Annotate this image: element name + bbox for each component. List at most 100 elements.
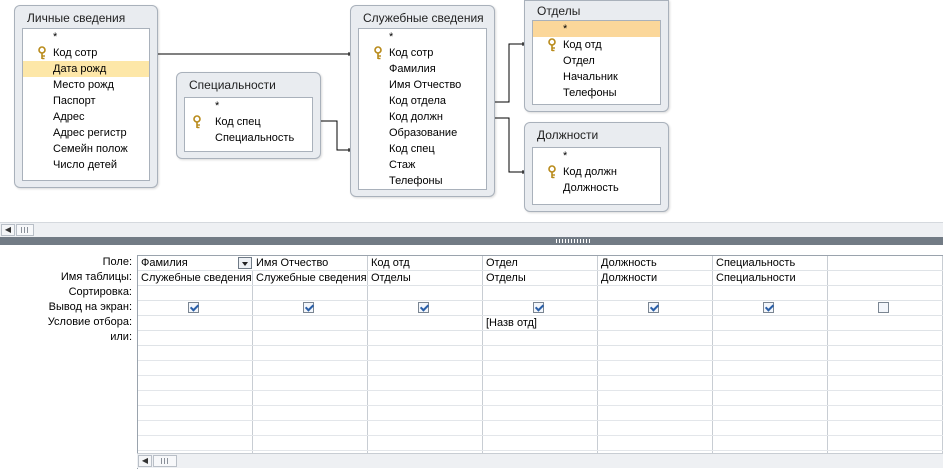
field-item[interactable]: Специальность	[185, 130, 312, 146]
scroll-thumb[interactable]	[153, 455, 177, 467]
or-cell[interactable]	[253, 331, 368, 346]
table-departments[interactable]: Отделы * Код отд Отдел Начальник Телефон…	[524, 0, 669, 112]
field-item[interactable]: Код отдела	[359, 93, 486, 109]
show-cell[interactable]	[253, 301, 368, 316]
table-personal[interactable]: Личные сведения * Код сотр Дата рожд Мес…	[14, 5, 158, 188]
field-item[interactable]: Отдел	[533, 53, 660, 69]
field-cell[interactable]: Должность	[598, 256, 713, 271]
show-checkbox[interactable]	[188, 302, 199, 313]
field-cell[interactable]	[828, 256, 943, 271]
show-checkbox[interactable]	[418, 302, 429, 313]
criteria-cell[interactable]	[598, 316, 713, 331]
table-positions[interactable]: Должности * Код должн Должность	[524, 122, 669, 212]
field-item[interactable]: *	[23, 29, 149, 45]
field-item[interactable]: Стаж	[359, 157, 486, 173]
sort-cell[interactable]	[828, 286, 943, 301]
field-item[interactable]: Начальник	[533, 69, 660, 85]
show-checkbox[interactable]	[763, 302, 774, 313]
or-cell[interactable]	[368, 331, 483, 346]
show-cell[interactable]	[598, 301, 713, 316]
field-item[interactable]: Код спец	[185, 114, 312, 130]
criteria-cell[interactable]	[138, 316, 253, 331]
show-cell[interactable]	[138, 301, 253, 316]
scroll-thumb[interactable]	[16, 224, 34, 236]
field-item[interactable]: Код отд	[533, 37, 660, 53]
field-item[interactable]: Должность	[533, 180, 660, 196]
field-item[interactable]: Место рожд	[23, 77, 149, 93]
criteria-cell[interactable]	[713, 316, 828, 331]
field-item[interactable]: Адрес	[23, 109, 149, 125]
field-list[interactable]: * Код должн Должность	[532, 147, 661, 205]
scroll-left-arrow-icon[interactable]: ◀	[1, 224, 15, 236]
show-checkbox[interactable]	[533, 302, 544, 313]
field-item[interactable]: *	[533, 148, 660, 164]
sort-cell[interactable]	[713, 286, 828, 301]
field-cell[interactable]: Код отд	[368, 256, 483, 271]
relationship-hscrollbar[interactable]: ◀	[0, 222, 943, 237]
show-cell[interactable]	[713, 301, 828, 316]
table-cell[interactable]: Специальности	[713, 271, 828, 286]
table-cell[interactable]: Служебные сведения	[253, 271, 368, 286]
field-item[interactable]: Фамилия	[359, 61, 486, 77]
field-item[interactable]: Код сотр	[23, 45, 149, 61]
sort-cell[interactable]	[368, 286, 483, 301]
sort-cell[interactable]	[253, 286, 368, 301]
show-cell[interactable]	[483, 301, 598, 316]
field-item[interactable]: Имя Отчество	[359, 77, 486, 93]
table-cell[interactable]: Служебные сведения	[138, 271, 253, 286]
or-cell[interactable]	[828, 331, 943, 346]
field-item-selected[interactable]: *	[533, 21, 660, 37]
show-checkbox[interactable]	[878, 302, 889, 313]
sort-cell[interactable]	[138, 286, 253, 301]
pane-splitter[interactable]	[0, 237, 943, 245]
field-list[interactable]: * Код отд Отдел Начальник Телефоны	[532, 20, 661, 105]
criteria-cell[interactable]	[828, 316, 943, 331]
or-cell[interactable]	[598, 331, 713, 346]
grid-column[interactable]: Отдел Отделы [Назв отд]	[483, 256, 598, 455]
grid-column[interactable]: Фамилия Служебные сведения	[138, 256, 253, 455]
table-employees[interactable]: Служебные сведения * Код сотр Фамилия Им…	[350, 5, 495, 197]
field-item[interactable]: *	[359, 29, 486, 45]
field-item[interactable]: Адрес регистр	[23, 125, 149, 141]
field-item[interactable]: Образование	[359, 125, 486, 141]
field-item[interactable]: Код спец	[359, 141, 486, 157]
criteria-cell[interactable]: [Назв отд]	[483, 316, 598, 331]
field-item[interactable]: Число детей	[23, 157, 149, 173]
field-item[interactable]: Телефоны	[533, 85, 660, 101]
field-item[interactable]: Код должн	[533, 164, 660, 180]
field-cell[interactable]: Специальность	[713, 256, 828, 271]
table-cell[interactable]	[828, 271, 943, 286]
show-cell[interactable]	[368, 301, 483, 316]
scroll-left-arrow-icon[interactable]: ◀	[138, 455, 152, 467]
field-item[interactable]: Паспорт	[23, 93, 149, 109]
table-cell[interactable]: Отделы	[368, 271, 483, 286]
show-checkbox[interactable]	[648, 302, 659, 313]
grid-hscrollbar[interactable]: ◀	[137, 453, 943, 468]
field-list[interactable]: * Код спец Специальность	[184, 97, 313, 152]
grid-column[interactable]: Имя Отчество Служебные сведения	[253, 256, 368, 455]
field-item[interactable]: Код сотр	[359, 45, 486, 61]
table-cell[interactable]: Должности	[598, 271, 713, 286]
field-list[interactable]: * Код сотр Фамилия Имя Отчество Код отде…	[358, 28, 487, 190]
show-checkbox[interactable]	[303, 302, 314, 313]
grid-column[interactable]: Код отд Отделы	[368, 256, 483, 455]
field-item[interactable]: *	[185, 98, 312, 114]
chevron-down-icon[interactable]	[238, 257, 252, 269]
field-item[interactable]: Код должн	[359, 109, 486, 125]
or-cell[interactable]	[138, 331, 253, 346]
criteria-cell[interactable]	[253, 316, 368, 331]
sort-cell[interactable]	[483, 286, 598, 301]
field-list[interactable]: * Код сотр Дата рожд Место рожд Паспорт …	[22, 28, 150, 181]
field-cell[interactable]: Фамилия	[138, 256, 253, 271]
table-cell[interactable]: Отделы	[483, 271, 598, 286]
or-cell[interactable]	[483, 331, 598, 346]
field-cell[interactable]: Имя Отчество	[253, 256, 368, 271]
field-item-selected[interactable]: Дата рожд	[23, 61, 149, 77]
show-cell[interactable]	[828, 301, 943, 316]
grid-column[interactable]: Специальность Специальности	[713, 256, 828, 455]
field-cell[interactable]: Отдел	[483, 256, 598, 271]
sort-cell[interactable]	[598, 286, 713, 301]
table-specialties[interactable]: Специальности * Код спец Специальность	[176, 72, 321, 159]
field-item[interactable]: Телефоны	[359, 173, 486, 189]
or-cell[interactable]	[713, 331, 828, 346]
